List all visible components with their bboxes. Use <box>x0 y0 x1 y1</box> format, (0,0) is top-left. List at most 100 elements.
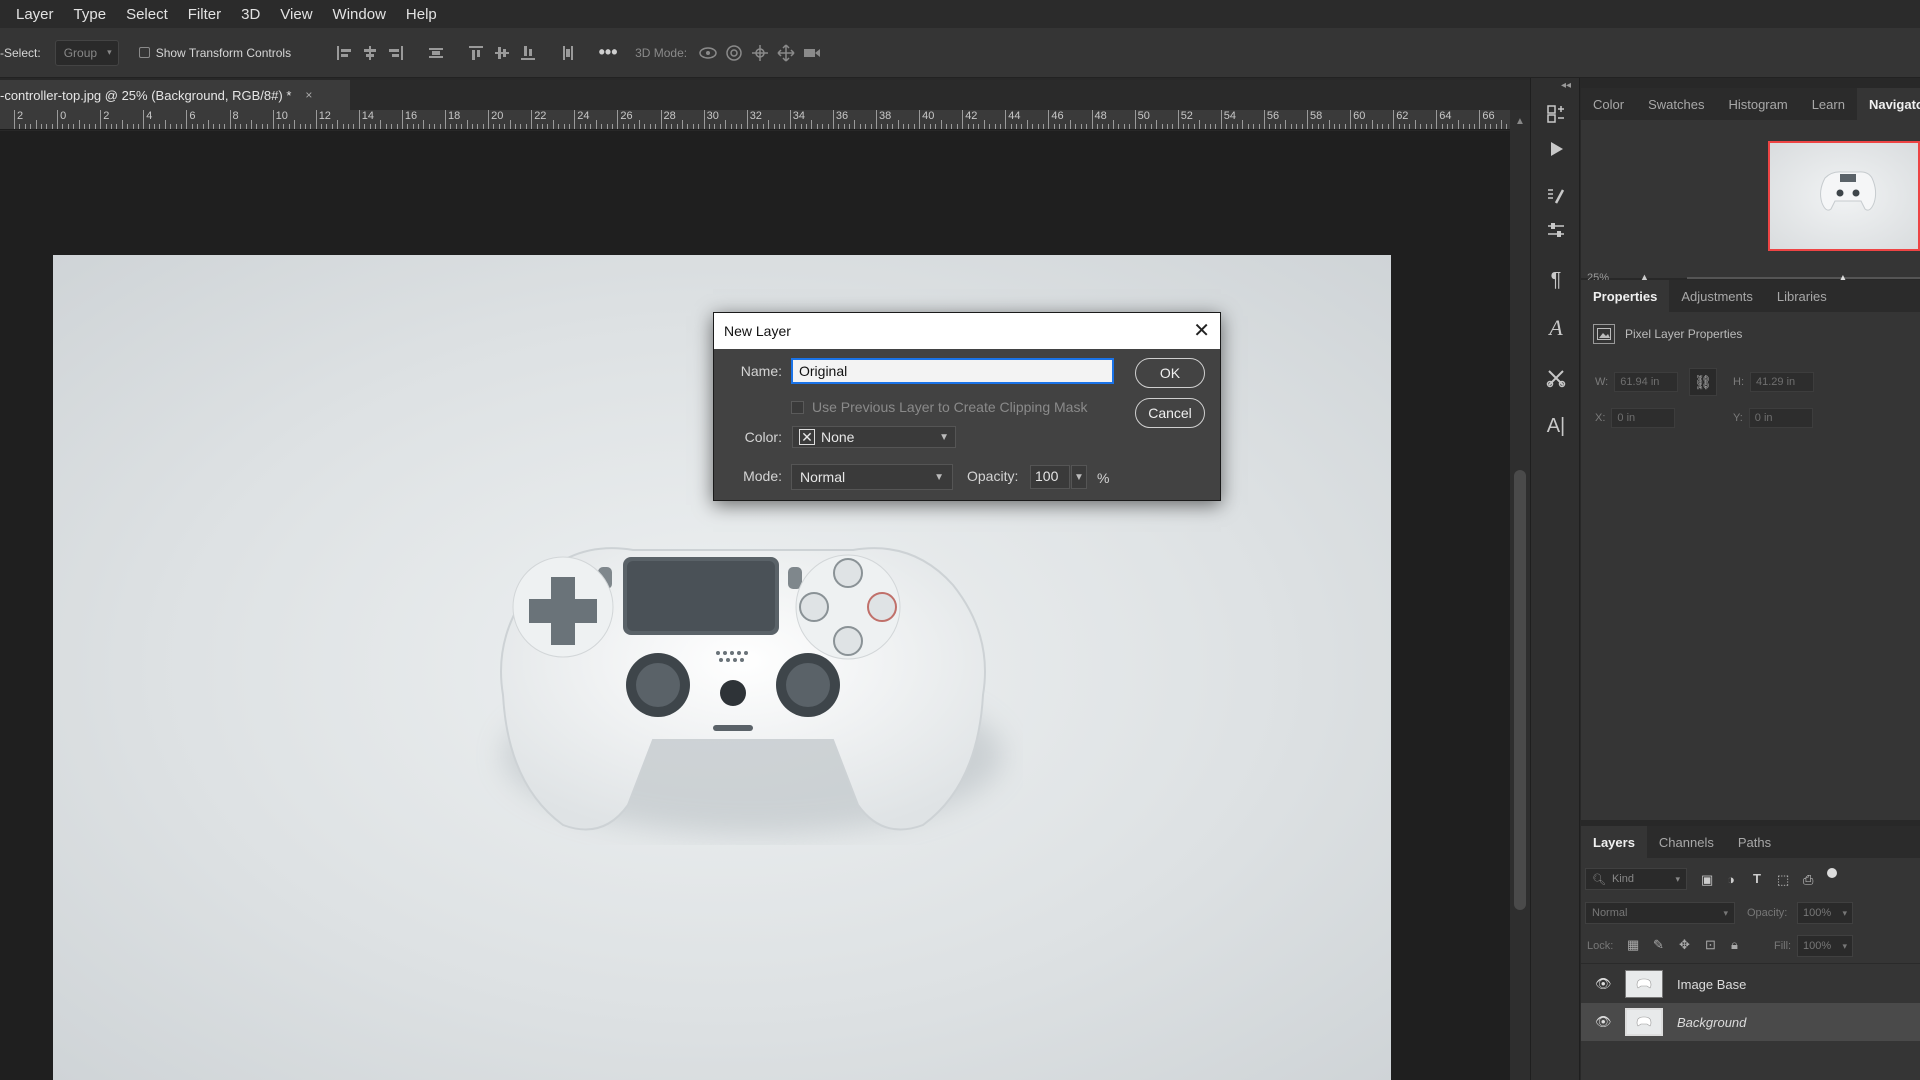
lock-brush-icon[interactable]: ✎ <box>1653 937 1664 953</box>
3d-camera-icon[interactable] <box>799 40 825 66</box>
opacity-input[interactable]: 100 <box>1030 465 1070 489</box>
align-top-icon[interactable] <box>463 40 489 66</box>
ruler-minor-tick <box>240 124 242 129</box>
menu-help[interactable]: Help <box>396 6 447 23</box>
y-field[interactable]: 0 in <box>1748 408 1813 428</box>
3d-roll-icon[interactable] <box>721 40 747 66</box>
blend-mode-select[interactable]: Normal ▼ <box>791 464 953 490</box>
layer-opacity-field[interactable]: 100% ▾ <box>1797 902 1853 924</box>
color-select[interactable]: ✕ None ▼ <box>792 426 956 448</box>
ruler-minor-tick <box>892 124 894 129</box>
fill-field[interactable]: 100% ▾ <box>1797 935 1853 957</box>
tab-libraries[interactable]: Libraries <box>1765 280 1839 312</box>
clipping-mask-checkbox[interactable]: Use Previous Layer to Create Clipping Ma… <box>791 399 1087 415</box>
lock-transparent-icon[interactable]: ▦ <box>1627 937 1639 953</box>
ruler-minor-tick <box>1183 124 1185 129</box>
tab-swatches[interactable]: Swatches <box>1636 88 1716 120</box>
height-field[interactable]: 41.29 in <box>1750 372 1814 392</box>
lock-artboard-icon[interactable]: ⊡ <box>1705 937 1716 953</box>
ruler-major-tick <box>1263 110 1265 129</box>
tab-histogram[interactable]: Histogram <box>1716 88 1799 120</box>
play-actions-icon[interactable] <box>1544 137 1568 161</box>
link-icon[interactable]: ⛓ <box>1689 368 1717 396</box>
ok-button[interactable]: OK <box>1135 358 1205 388</box>
menu-window[interactable]: Window <box>323 6 396 23</box>
tab-learn[interactable]: Learn <box>1800 88 1857 120</box>
lock-move-icon[interactable]: ✥ <box>1679 937 1690 953</box>
tab-navigator[interactable]: Navigator <box>1856 88 1920 120</box>
ruler-minor-tick <box>1290 124 1292 129</box>
cancel-button[interactable]: Cancel <box>1135 398 1205 428</box>
width-field[interactable]: 61.94 in <box>1614 372 1679 392</box>
filter-type-icon[interactable]: T <box>1753 871 1761 886</box>
history-icon[interactable] <box>1544 102 1568 126</box>
3d-slide-icon[interactable] <box>773 40 799 66</box>
align-left-icon[interactable] <box>331 40 357 66</box>
ruler-minor-tick <box>1360 124 1362 129</box>
tab-layers[interactable]: Layers <box>1581 826 1647 858</box>
filter-shape-icon[interactable]: ⬚ <box>1777 872 1789 888</box>
x-field[interactable]: 0 in <box>1611 408 1676 428</box>
adjust-sliders-icon[interactable] <box>1544 218 1568 242</box>
scrollbar-thumb[interactable] <box>1514 470 1526 910</box>
filter-adjustment-icon[interactable]: ◑ <box>1727 872 1735 887</box>
lock-all-icon[interactable]: 🔒︎ <box>1731 937 1738 953</box>
tab-color[interactable]: Color <box>1581 88 1636 120</box>
opacity-dropdown-button[interactable]: ▼ <box>1071 465 1087 489</box>
eye-icon[interactable]: 👁︎ <box>1595 976 1613 992</box>
filter-pixel-icon[interactable]: ▣ <box>1701 872 1713 888</box>
mode-label: Mode: <box>743 468 782 484</box>
layer-row[interactable]: 👁︎ Image Base <box>1581 965 1920 1003</box>
distribute-vertical-icon[interactable] <box>555 40 581 66</box>
brush-settings-icon[interactable] <box>1544 184 1568 208</box>
align-middle-icon[interactable] <box>489 40 515 66</box>
layer-row-selected[interactable]: 👁︎ Background <box>1581 1003 1920 1041</box>
close-icon[interactable]: × <box>305 88 312 102</box>
layer-blend-mode-select[interactable]: Normal ▾ <box>1585 902 1735 924</box>
ruler-minor-tick <box>164 120 166 129</box>
menu-select[interactable]: Select <box>116 6 178 23</box>
distribute-icon[interactable] <box>423 40 449 66</box>
layer-filter-kind[interactable]: 🔍︎ Kind ▾ <box>1585 868 1687 890</box>
menu-3d[interactable]: 3D <box>231 6 270 23</box>
ruler-minor-tick <box>940 120 942 129</box>
vertical-scrollbar[interactable]: ▲ <box>1510 110 1530 1080</box>
eye-icon[interactable]: 👁︎ <box>1595 1014 1613 1030</box>
menu-layer[interactable]: Layer <box>6 6 64 23</box>
collapse-panels-icon[interactable]: ◂◂ <box>1561 80 1571 91</box>
align-right-icon[interactable] <box>383 40 409 66</box>
ruler-minor-tick <box>434 124 436 129</box>
ruler-minor-tick <box>1231 124 1233 129</box>
layer-name-input[interactable]: Original <box>791 358 1114 384</box>
tab-properties[interactable]: Properties <box>1581 280 1670 312</box>
ruler-minor-tick <box>1425 124 1427 129</box>
tab-paths[interactable]: Paths <box>1726 826 1783 858</box>
ruler-minor-tick <box>935 124 937 129</box>
paragraph-icon[interactable]: ¶ <box>1544 268 1568 292</box>
navigator-thumbnail[interactable] <box>1768 141 1920 251</box>
ruler-minor-tick <box>897 120 899 129</box>
filter-smart-object-icon[interactable]: ⎙ <box>1803 872 1813 888</box>
glyphs-icon[interactable]: A| <box>1544 414 1568 438</box>
3d-pan-icon[interactable] <box>747 40 773 66</box>
align-center-icon[interactable] <box>357 40 383 66</box>
auto-select-dropdown[interactable]: Group ▾ <box>54 39 119 66</box>
menu-type[interactable]: Type <box>64 6 117 23</box>
tab-channels[interactable]: Channels <box>1647 826 1726 858</box>
tab-adjustments[interactable]: Adjustments <box>1669 280 1765 312</box>
more-options-icon[interactable]: ••• <box>595 40 621 66</box>
close-icon[interactable]: ✕ <box>1193 321 1210 341</box>
scroll-up-icon[interactable]: ▲ <box>1515 116 1525 127</box>
tools-icon[interactable] <box>1544 366 1568 390</box>
menu-filter[interactable]: Filter <box>178 6 231 23</box>
ruler-minor-tick <box>73 124 75 129</box>
menu-view[interactable]: View <box>270 6 322 23</box>
show-transform-controls-checkbox[interactable]: Show Transform Controls <box>138 46 291 60</box>
align-bottom-icon[interactable] <box>515 40 541 66</box>
document-tab[interactable]: -controller-top.jpg @ 25% (Background, R… <box>0 80 350 110</box>
ruler-label: 42 <box>965 110 978 122</box>
zoom-slider-track[interactable] <box>1687 277 1920 279</box>
filter-toggle-icon[interactable] <box>1827 868 1837 878</box>
character-icon[interactable]: A <box>1544 315 1568 340</box>
3d-orbit-icon[interactable] <box>695 40 721 66</box>
